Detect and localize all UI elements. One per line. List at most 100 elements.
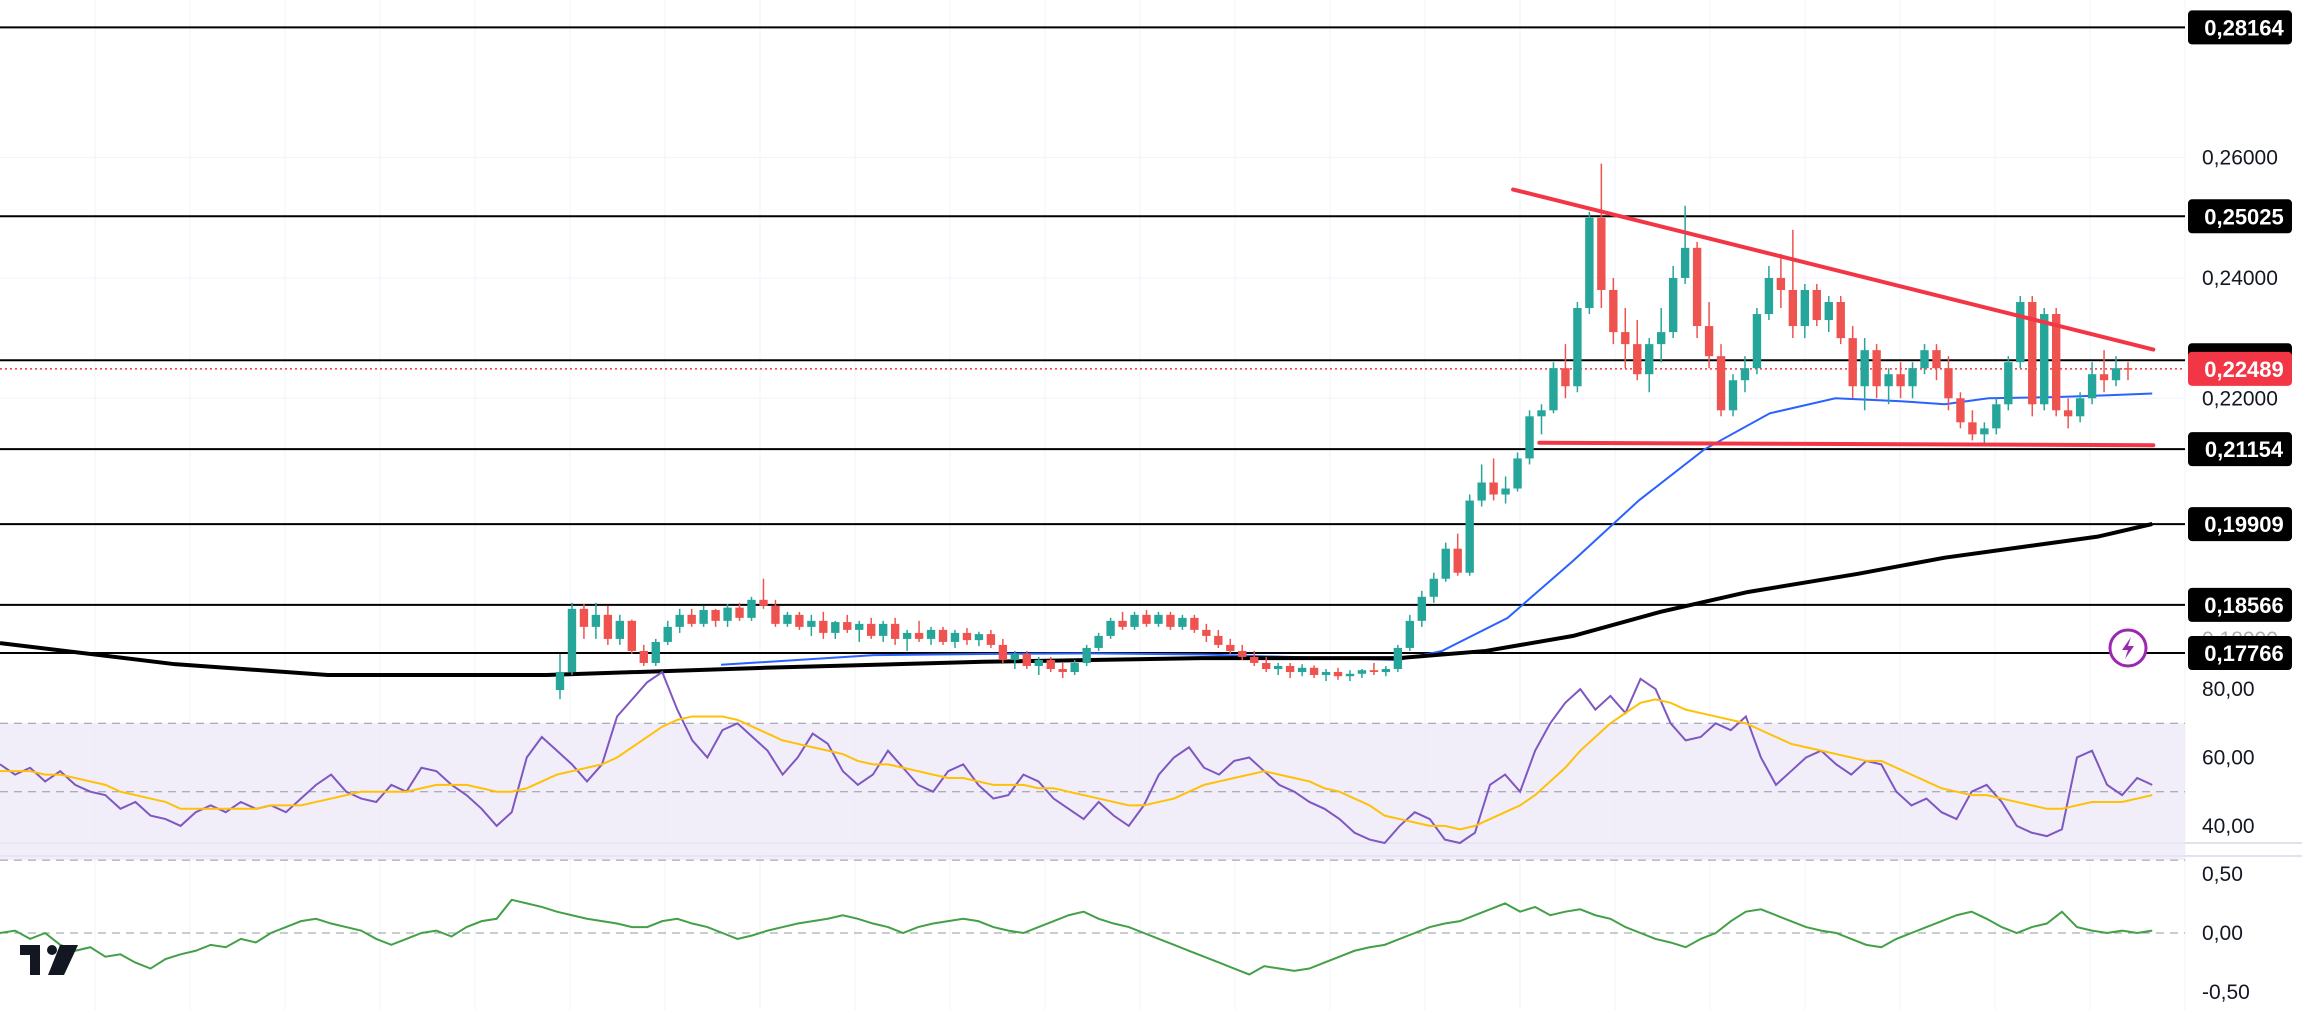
- candle-body: [1513, 458, 1522, 489]
- candle-body: [890, 623, 900, 639]
- candle-body: [1214, 635, 1223, 645]
- candle-body: [1884, 374, 1893, 387]
- candle-body: [1046, 659, 1055, 669]
- candle-body: [1321, 672, 1331, 676]
- candle-body: [1800, 289, 1810, 327]
- candle-body: [603, 614, 613, 639]
- candle[interactable]: [1082, 644, 1091, 666]
- candle-body: [986, 634, 996, 645]
- candle[interactable]: [747, 596, 756, 621]
- candle-body: [2087, 374, 2097, 399]
- candle-body: [1106, 620, 1115, 636]
- rsi-axis-tick: 60,00: [2202, 747, 2255, 770]
- candle-body: [831, 622, 840, 633]
- candle-body: [651, 641, 660, 663]
- candle[interactable]: [1812, 283, 1821, 327]
- candle[interactable]: [1465, 494, 1474, 576]
- candle-body: [1920, 350, 1929, 369]
- candle-body: [1668, 277, 1678, 333]
- candle-body: [962, 632, 972, 641]
- candle[interactable]: [1573, 302, 1582, 393]
- candle[interactable]: [1585, 211, 1594, 315]
- candle[interactable]: [1549, 362, 1558, 414]
- candle[interactable]: [627, 619, 637, 654]
- level-price-badge: 0,21154: [2188, 432, 2292, 467]
- candle-body: [1405, 620, 1415, 648]
- candle-body: [998, 644, 1008, 660]
- candle[interactable]: [1393, 644, 1403, 672]
- candle-body: [1501, 488, 1510, 495]
- candle-body: [1944, 368, 1953, 399]
- candle-body: [843, 622, 852, 630]
- candle[interactable]: [1836, 295, 1845, 345]
- candle-body: [1932, 350, 1941, 369]
- candle-body: [1034, 659, 1043, 666]
- candle-body: [1692, 247, 1702, 327]
- oscillator-axis-tick: 0,50: [2202, 863, 2243, 886]
- candle-body: [1273, 665, 1283, 669]
- candle-body: [2075, 398, 2085, 417]
- level-price-badge-label: 0,21154: [2205, 437, 2284, 462]
- candle-body: [1872, 350, 1881, 387]
- candle-body: [1142, 614, 1151, 624]
- candle-body: [914, 632, 924, 639]
- candle-body: [819, 620, 828, 633]
- candle[interactable]: [1752, 308, 1762, 375]
- candle-body: [1704, 326, 1714, 357]
- level-price-badge-label: 0,25025: [2204, 204, 2284, 229]
- chart-container[interactable]: 0,260000,240000,220000,1800080,0060,0040…: [0, 0, 2302, 1022]
- last-price-badge: 0,22489: [2188, 351, 2292, 386]
- candle-body: [759, 599, 768, 606]
- candle-body: [1968, 422, 1977, 435]
- candle[interactable]: [2028, 295, 2037, 417]
- candle-body: [1489, 482, 1498, 495]
- candle-body: [1441, 548, 1450, 579]
- candle-body: [1202, 629, 1211, 636]
- candle[interactable]: [1692, 241, 1702, 339]
- oscillator-axis-tick: 0,00: [2202, 922, 2243, 945]
- candle-body: [639, 650, 648, 663]
- candle-body: [1429, 578, 1438, 597]
- candle[interactable]: [2004, 356, 2013, 411]
- candle[interactable]: [1525, 410, 1534, 465]
- price-axis-tick: 0,24000: [2202, 267, 2278, 290]
- candle-body: [2016, 302, 2025, 363]
- candle-body: [783, 614, 792, 624]
- candle-body: [687, 614, 696, 624]
- candle-body: [615, 620, 625, 639]
- horizontal-support-trendline[interactable]: [1537, 440, 2156, 448]
- level-price-badge-label: 0,18566: [2204, 593, 2284, 618]
- candle-body: [2004, 362, 2013, 405]
- candle-body: [1788, 289, 1798, 327]
- candle-body: [1621, 332, 1630, 345]
- candle[interactable]: [651, 638, 660, 666]
- candle-body: [1118, 620, 1127, 627]
- candle-body: [1597, 217, 1606, 290]
- candle-body: [1465, 500, 1474, 573]
- candle-body: [807, 620, 816, 627]
- candle-body: [1657, 332, 1666, 345]
- level-price-badge-label: 0,19909: [2204, 512, 2284, 537]
- candle-body: [878, 623, 888, 636]
- candle[interactable]: [2016, 295, 2025, 369]
- level-price-badge: 0,18566: [2188, 587, 2292, 622]
- candle-body: [1477, 482, 1486, 501]
- candle-body: [950, 632, 960, 642]
- candle-body: [1525, 416, 1534, 459]
- candle-body: [1345, 673, 1355, 677]
- candle-body: [1417, 596, 1426, 621]
- candle[interactable]: [1106, 617, 1115, 639]
- candle-body: [567, 608, 577, 672]
- candle[interactable]: [567, 602, 577, 676]
- candle-body: [1010, 653, 1020, 660]
- chart-svg[interactable]: 0,260000,240000,220000,1800080,0060,0040…: [0, 0, 2302, 1022]
- level-price-badge: 0,25025: [2188, 199, 2292, 234]
- lightning-alert-icon[interactable]: [2108, 628, 2148, 668]
- candle-body: [1740, 368, 1750, 381]
- candle[interactable]: [1728, 374, 1738, 417]
- candle-body: [1537, 410, 1546, 417]
- candle-body: [1178, 617, 1187, 627]
- candle-body: [1082, 647, 1091, 663]
- candle-body: [1764, 277, 1774, 315]
- candle-body: [1369, 670, 1379, 672]
